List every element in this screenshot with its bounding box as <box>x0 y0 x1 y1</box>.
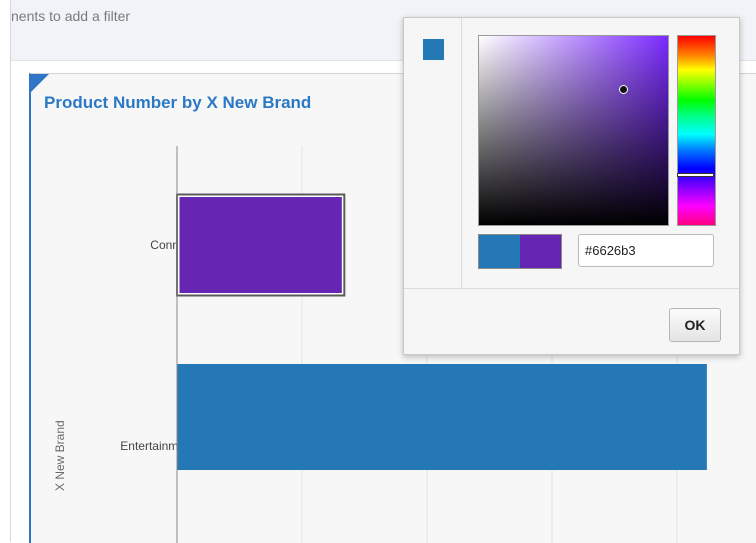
filter-hint-text: nents to add a filter <box>11 8 131 24</box>
color-compare-frame <box>478 234 562 269</box>
hue-slider[interactable] <box>677 35 716 226</box>
saturation-value-area[interactable] <box>478 35 669 226</box>
color-cursor[interactable] <box>619 85 628 94</box>
current-color-swatch[interactable] <box>423 39 444 60</box>
bar-connect[interactable] <box>177 194 345 296</box>
picker-horizontal-divider <box>404 288 739 289</box>
page-left-border <box>10 0 11 542</box>
hex-color-input[interactable]: #6626b3 <box>578 234 714 267</box>
hue-slider-handle[interactable] <box>677 173 714 177</box>
ok-button[interactable]: OK <box>669 308 721 342</box>
picker-vertical-divider <box>461 18 462 288</box>
bar-entertainment[interactable] <box>177 364 707 470</box>
color-picker-dialog: #6626b3 OK <box>403 17 740 355</box>
